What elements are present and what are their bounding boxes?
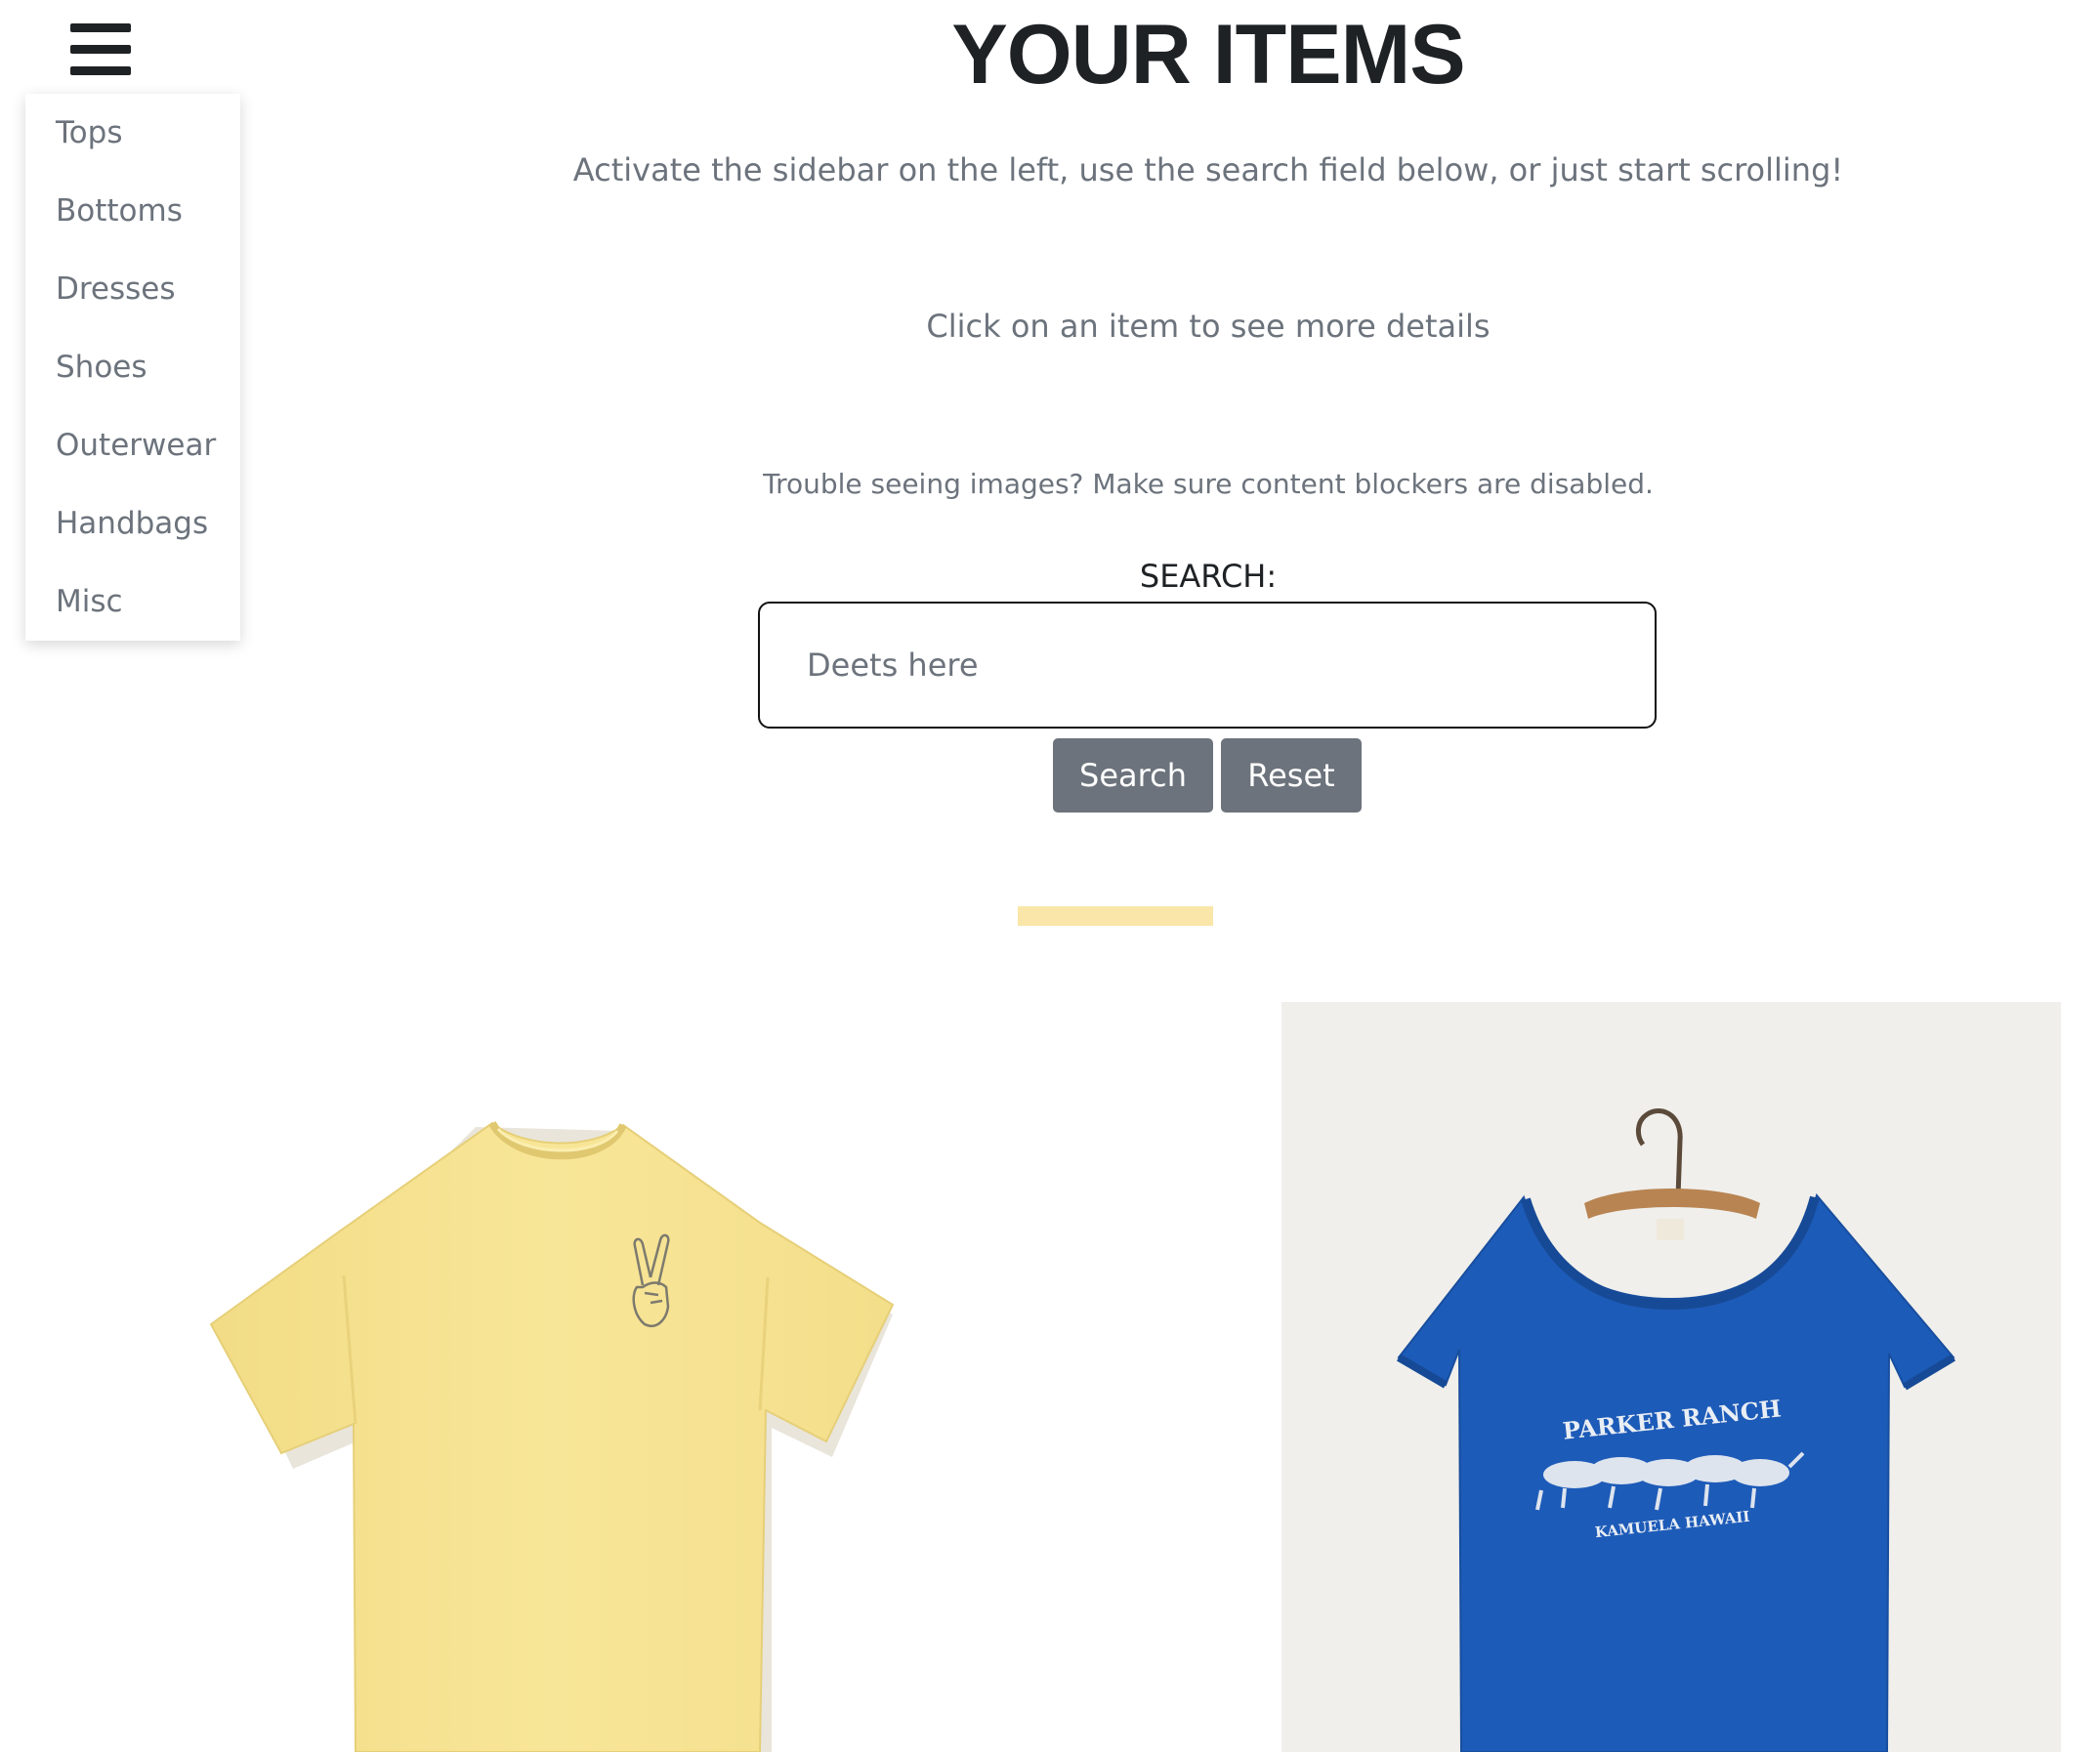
search-button[interactable]: Search — [1053, 738, 1213, 813]
page-subtitle: Activate the sidebar on the left, use th… — [572, 151, 1844, 188]
content-blocker-notice: Trouble seeing images? Make sure content… — [763, 468, 1654, 500]
reset-button[interactable]: Reset — [1221, 738, 1362, 813]
yellow-tshirt-image — [209, 1120, 895, 1752]
blue-tshirt-image: PARKER RANCH KAMUELA HAWAII — [1396, 1108, 1956, 1752]
page-title: YOUR ITEMS — [951, 8, 1465, 102]
search-label: SEARCH: — [1139, 558, 1278, 595]
hanger-icon — [1636, 1108, 1683, 1198]
search-input[interactable] — [758, 602, 1657, 729]
details-hint: Click on an item to see more details — [926, 308, 1491, 345]
section-divider — [1018, 906, 1213, 926]
item-card[interactable]: PARKER RANCH KAMUELA HAWAII — [1281, 1002, 2061, 1752]
item-card[interactable] — [25, 1002, 1078, 1752]
